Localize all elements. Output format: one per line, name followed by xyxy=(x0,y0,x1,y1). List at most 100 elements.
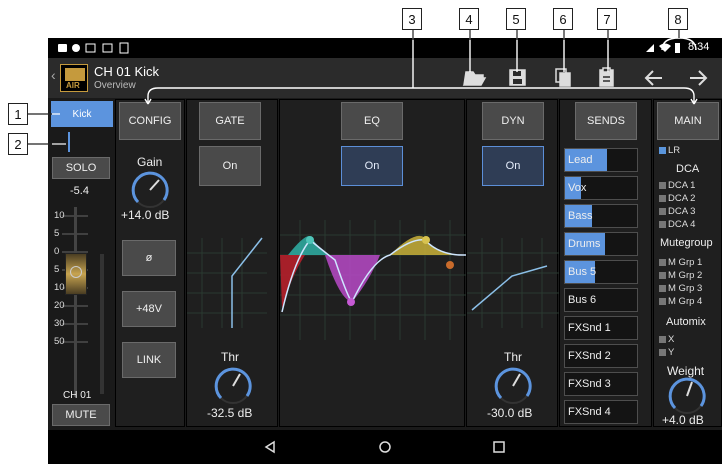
tab-eq[interactable]: EQ xyxy=(341,102,403,140)
eq-on-toggle[interactable]: On xyxy=(341,146,403,186)
send-label: Bass xyxy=(568,210,593,222)
android-nav-bar xyxy=(48,430,722,464)
lr-checkbox[interactable] xyxy=(659,147,666,154)
mgrp-2-checkbox[interactable] xyxy=(659,272,666,279)
nav-back-icon[interactable] xyxy=(264,440,275,454)
mgrp-2-label: M Grp 2 xyxy=(668,270,703,281)
send-button[interactable]: Vox xyxy=(564,176,638,200)
mgrp-4-label: M Grp 4 xyxy=(668,296,703,307)
solo-button[interactable]: SOLO xyxy=(52,157,110,179)
eq-curve-graph xyxy=(280,220,467,340)
eq-band-4-handle xyxy=(422,236,430,244)
tab-gate[interactable]: GATE xyxy=(199,102,261,140)
channel-name-button[interactable]: Kick xyxy=(51,101,113,127)
channel-number-label: CH 01 xyxy=(63,390,92,401)
automix-title: Automix xyxy=(666,316,706,328)
gate-curve-graph xyxy=(187,237,267,328)
eq-panel: EQ On xyxy=(279,99,467,427)
mgrp-4-checkbox[interactable] xyxy=(659,298,666,305)
send-label: Bus 5 xyxy=(568,266,597,278)
download-icon xyxy=(119,42,129,54)
signal-icon xyxy=(646,44,654,52)
gain-knob[interactable] xyxy=(116,170,186,210)
link-button[interactable]: LINK xyxy=(122,342,176,378)
send-button[interactable]: FXSnd 2 xyxy=(564,344,638,368)
fader-knob-mark xyxy=(70,266,82,278)
callout-6: 6 xyxy=(553,8,573,30)
weight-value: +4.0 dB xyxy=(662,413,704,427)
send-label: Lead xyxy=(568,154,593,166)
automix-y-label: Y xyxy=(668,347,675,358)
scale-10: 10 xyxy=(54,282,65,293)
send-button[interactable]: Bus 5 xyxy=(564,260,638,284)
wrench-icon xyxy=(58,44,67,52)
paste-icon[interactable] xyxy=(599,67,614,87)
send-button[interactable]: Bass xyxy=(564,204,638,228)
phase-invert-button[interactable]: ø xyxy=(122,240,176,276)
status-bar: 8:34 xyxy=(48,38,722,58)
forward-arrow-icon[interactable] xyxy=(690,70,708,86)
send-button[interactable]: FXSnd 3 xyxy=(564,372,638,396)
gate-thr-value: -32.5 dB xyxy=(207,406,253,420)
send-button[interactable]: Lead xyxy=(564,148,638,172)
dca-4-checkbox[interactable] xyxy=(659,221,666,228)
dca-title: DCA xyxy=(676,163,700,175)
weight-knob[interactable] xyxy=(654,376,722,416)
dca-1-label: DCA 1 xyxy=(668,180,696,191)
send-button[interactable]: Bus 6 xyxy=(564,288,638,312)
dyn-thr-label: Thr xyxy=(504,350,522,364)
folder-open-icon[interactable] xyxy=(462,71,487,86)
dyn-on-toggle[interactable]: On xyxy=(482,146,544,186)
channel-level-readout: -5.4 xyxy=(70,185,89,197)
copy-icon[interactable] xyxy=(555,68,571,87)
dca-1-checkbox[interactable] xyxy=(659,182,666,189)
callout-5: 5 xyxy=(506,8,526,30)
dca-2-checkbox[interactable] xyxy=(659,195,666,202)
manual-figure: 3 4 5 6 7 8 1 2 8:34 ‹ AIR CH 01 Kick Ov… xyxy=(0,0,722,464)
phantom-power-button[interactable]: +48V xyxy=(122,291,176,327)
send-label: Vox xyxy=(568,182,587,194)
dyn-thr-value: -30.0 dB xyxy=(487,406,533,420)
channel-meter-indicator xyxy=(68,132,70,152)
scale-5-top: 5 xyxy=(54,228,60,239)
gain-label: Gain xyxy=(137,155,163,169)
dyn-curve-graph xyxy=(467,238,559,328)
send-button[interactable]: FXSnd 1 xyxy=(564,316,638,340)
tab-dyn[interactable]: DYN xyxy=(482,102,544,140)
lr-label: LR xyxy=(668,145,681,156)
eq-band-3-handle xyxy=(347,298,355,306)
send-button[interactable]: FXSnd 4 xyxy=(564,400,638,424)
send-label: FXSnd 4 xyxy=(568,406,611,418)
battery-icon xyxy=(675,43,680,53)
mgrp-3-checkbox[interactable] xyxy=(659,285,666,292)
back-arrow-icon[interactable] xyxy=(644,70,662,86)
eq-band-1-fill xyxy=(280,255,305,308)
automix-y-checkbox[interactable] xyxy=(659,349,666,356)
automix-x-checkbox[interactable] xyxy=(659,336,666,343)
mgrp-1-checkbox[interactable] xyxy=(659,259,666,266)
nav-buttons xyxy=(264,440,505,454)
nav-recents-icon[interactable] xyxy=(493,441,505,453)
dca-2-label: DCA 2 xyxy=(668,193,696,204)
tab-sends[interactable]: SENDS xyxy=(575,102,637,140)
gate-threshold-knob[interactable] xyxy=(187,366,279,406)
nav-home-icon[interactable] xyxy=(379,441,391,453)
dca-4-label: DCA 4 xyxy=(668,219,696,230)
toolbar-icons xyxy=(462,67,708,87)
mutegroup-title: Mutegroup xyxy=(660,237,713,249)
scale-20: 20 xyxy=(54,300,65,311)
main-panel: MAIN LR DCA DCA 1 DCA 2 DCA 3 DCA 4 Mute… xyxy=(653,99,722,427)
gate-on-toggle[interactable]: On xyxy=(199,146,261,186)
dca-3-label: DCA 3 xyxy=(668,206,696,217)
channel-strip: Kick SOLO -5.4 10 5 0 5 10 20 30 50 CH 0… xyxy=(48,99,114,427)
send-button[interactable]: Drums xyxy=(564,232,638,256)
tab-main[interactable]: MAIN xyxy=(657,102,719,140)
save-icon[interactable] xyxy=(509,69,526,86)
mute-button[interactable]: MUTE xyxy=(52,404,110,426)
tab-config[interactable]: CONFIG xyxy=(119,102,181,140)
dyn-panel: DYN On Thr -30.0 dB xyxy=(466,99,559,427)
dca-3-checkbox[interactable] xyxy=(659,208,666,215)
gate-panel: GATE On Thr -32.5 dB xyxy=(186,99,278,427)
dyn-threshold-knob[interactable] xyxy=(467,366,559,406)
fader-knob[interactable] xyxy=(65,253,87,295)
